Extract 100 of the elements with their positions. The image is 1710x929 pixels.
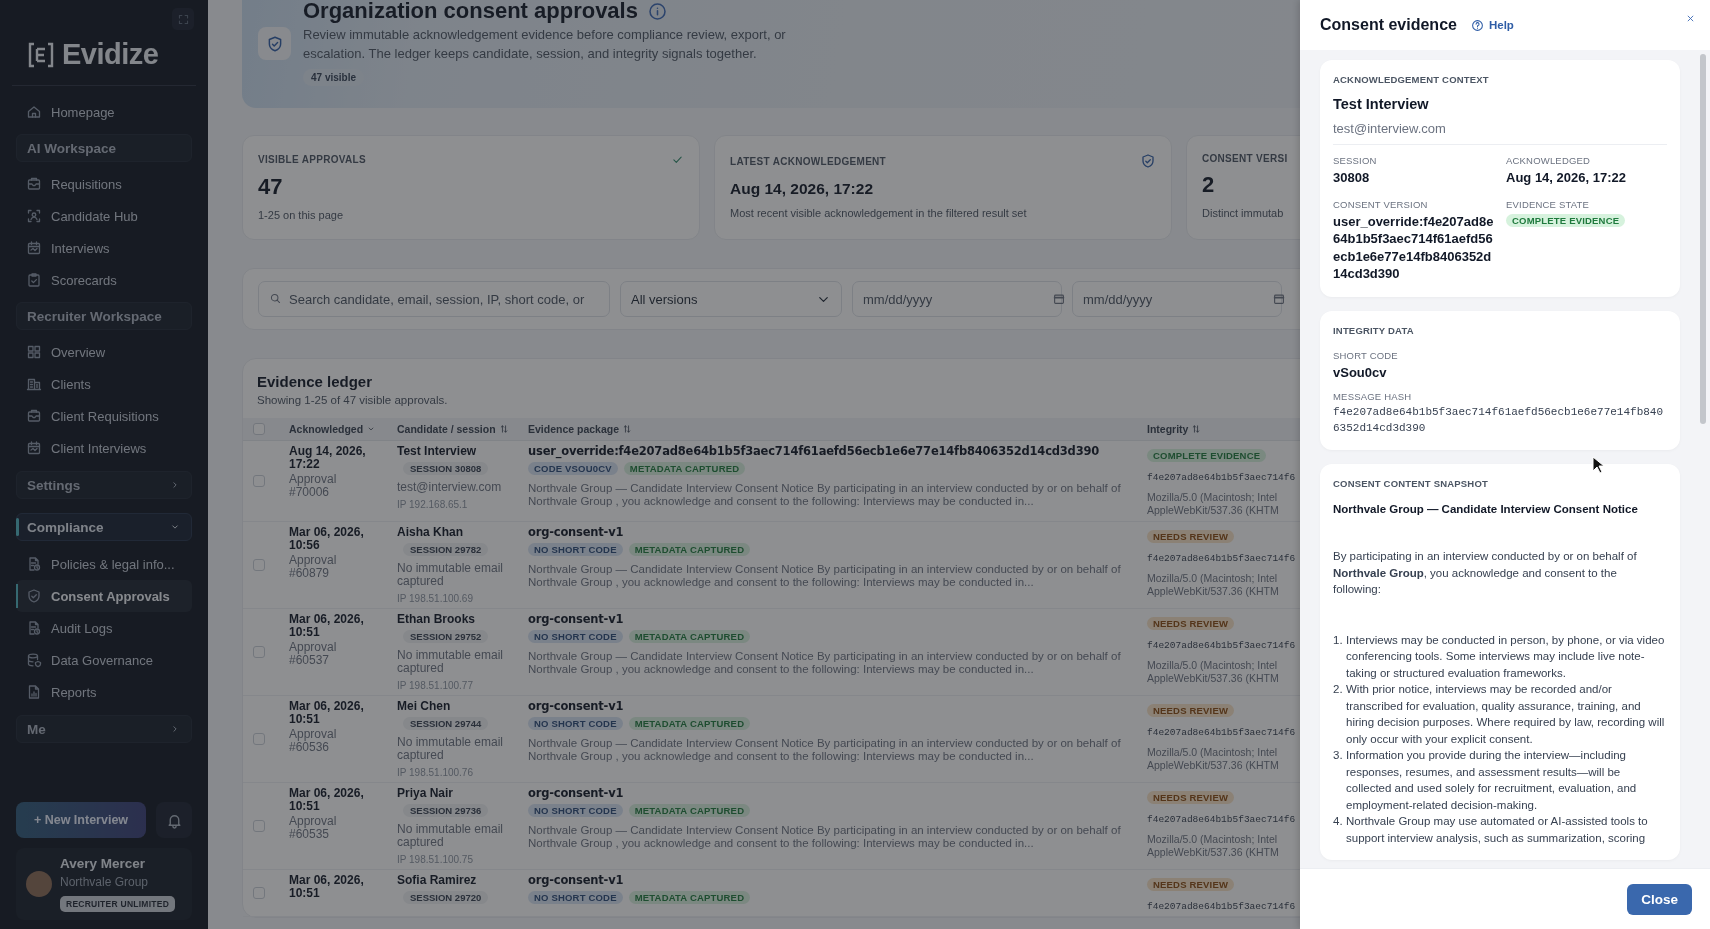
approval-number: Approval #70006	[289, 473, 338, 499]
acknowledged-date: Mar 06, 2026, 10:51	[289, 613, 365, 639]
row-checkbox[interactable]	[253, 887, 265, 899]
candidate-name: Test Interview	[397, 445, 478, 458]
sidebar-item[interactable]: Requisitions	[16, 168, 192, 200]
column-header[interactable]: Evidence package	[528, 423, 1147, 435]
section-label: Settings	[27, 477, 81, 493]
date-field[interactable]: mm/dd/yyyy	[852, 281, 1062, 317]
session-chip: SESSION 29720	[403, 891, 489, 904]
user-agent: Mozilla/5.0 (Macintosh; Intel AppleWebKit/537.36 (KHTM	[1147, 833, 1280, 859]
approval-number: Approval #60879	[289, 554, 338, 580]
row-checkbox[interactable]	[253, 559, 265, 571]
package-name: org-consent-v1	[528, 526, 625, 539]
scan-icon	[26, 208, 42, 224]
user-organization: Northvale Group	[60, 875, 150, 889]
calendar-icon	[26, 440, 42, 456]
help-link[interactable]: Help	[1470, 18, 1514, 32]
ip-address: IP 192.168.65.1	[397, 499, 469, 510]
hash-text: f4e207ad8e64b1b5f3aec714f6	[1147, 727, 1297, 738]
column-header[interactable]: Integrity	[1147, 423, 1300, 435]
session-chip: SESSION 29736	[403, 804, 489, 817]
database-icon	[26, 652, 42, 668]
candidate-email: test@interview.com	[1333, 121, 1667, 145]
candidate-name: Test Interview	[1333, 96, 1430, 112]
session-chip: SESSION 29782	[403, 543, 489, 556]
status-badge: CODE VSOU0CV	[528, 462, 618, 475]
consent-excerpt: Northvale Group — Candidate Interview Consent Notice By participating in an interview conducted by or on behalf of Northvale Group , you acknowledge and consent to the following: Interviews may be conducted in...	[528, 650, 1122, 676]
sidebar-item[interactable]: Audit Logs	[16, 612, 192, 644]
status-badge: COMPLETE EVIDENCE	[1506, 213, 1626, 227]
hash-text: f4e207ad8e64b1b5f3aec714f61aefd56ecb1e6e77e14fb8406352d14cd3d390	[1333, 405, 1665, 436]
date-field[interactable]: mm/dd/yyyy	[1072, 281, 1282, 317]
new-interview-button[interactable]: + New Interview	[16, 802, 146, 838]
session-chip: SESSION 30808	[403, 462, 489, 475]
session-chip: SESSION 29752	[403, 630, 489, 643]
section-toggle[interactable]: Me	[16, 715, 192, 743]
candidate-email: No immutable email captured	[397, 736, 505, 762]
candidate-name: Sofia Ramirez	[397, 874, 478, 887]
status-badge: METADATA CAPTURED	[628, 543, 751, 556]
page-description: Review immutable acknowledgement evidence before compliance review, export, or escalation. The ledger keeps candidate, session, and integrity signals together.	[303, 26, 787, 63]
chart-icon	[26, 684, 42, 700]
version-dropdown[interactable]: All versions	[620, 281, 842, 317]
ip-address: IP 198.51.100.76	[397, 767, 474, 778]
expand-icon	[176, 12, 190, 26]
stat-caption: 1-25 on this page	[258, 209, 344, 221]
clipboard-icon	[26, 272, 42, 288]
field-label: SESSION	[1333, 155, 1378, 166]
sort-icon	[1191, 424, 1202, 434]
sidebar-item[interactable]: Consent Approvals	[16, 580, 192, 612]
sidebar-item[interactable]: Clients	[16, 368, 192, 400]
sidebar-item[interactable]: Candidate Hub	[16, 200, 192, 232]
item-number: 4.	[1333, 814, 1342, 829]
candidate-email: No immutable email captured	[397, 823, 505, 849]
status-badge: METADATA CAPTURED	[628, 717, 751, 730]
search-field[interactable]: Search candidate, email, session, IP, short code, or	[258, 281, 610, 317]
sidebar-item[interactable]: Reports	[16, 676, 192, 708]
info-icon	[647, 1, 667, 21]
search-icon	[269, 292, 282, 305]
section-header: Recruiter Workspace	[16, 302, 192, 330]
row-checkbox[interactable]	[253, 646, 265, 658]
card-heading: ACKNOWLEDGEMENT CONTEXT	[1333, 74, 1490, 85]
modal-backdrop[interactable]	[0, 0, 1300, 929]
section-header: AI Workspace	[16, 134, 192, 162]
status-badge: COMPLETE EVIDENCE	[1147, 449, 1267, 462]
building-icon	[26, 376, 42, 392]
user-card[interactable]: Avery Mercer Northvale Group RECRUITER UNLIMITED	[16, 848, 192, 920]
sidebar-item[interactable]: Client Requisitions	[16, 400, 192, 432]
select-all-checkbox[interactable]	[253, 423, 265, 435]
item-number: 1.	[1333, 632, 1342, 648]
field-label: EVIDENCE STATE	[1506, 198, 1591, 210]
sidebar-item[interactable]: Scorecards	[16, 264, 192, 296]
sidebar-item[interactable]: Data Governance	[16, 644, 192, 676]
sidebar-item[interactable]: Client Interviews	[16, 432, 192, 464]
section-toggle[interactable]: Settings	[16, 471, 192, 499]
sidebar-item[interactable]: Overview	[16, 336, 192, 368]
column-header[interactable]: Candidate / session	[397, 423, 528, 435]
expand-button[interactable]	[172, 8, 194, 30]
notice-item: Northvale Group may use automated or AI-assisted tools to support interview analysis, such as summarization, scoring	[1346, 814, 1649, 846]
sidebar-item[interactable]: Interviews	[16, 232, 192, 264]
approval-number: Approval #60536	[289, 728, 338, 754]
row-checkbox[interactable]	[253, 475, 265, 487]
hash-text: f4e207ad8e64b1b5f3aec714f6	[1147, 472, 1297, 483]
sidebar-item[interactable]: Homepage	[16, 96, 192, 128]
sort-icon	[498, 424, 509, 434]
row-checkbox[interactable]	[253, 733, 265, 745]
consent-excerpt: Northvale Group — Candidate Interview Consent Notice By participating in an interview conducted by or on behalf of Northvale Group , you acknowledge and consent to the following: Interviews may be conducted in...	[528, 482, 1122, 508]
column-header[interactable]: Acknowledged	[289, 423, 397, 435]
notifications-button[interactable]	[156, 802, 192, 838]
shield-check-icon	[1140, 153, 1156, 169]
card-heading: INTEGRITY DATA	[1333, 324, 1415, 336]
sidebar-item[interactable]: Policies & legal info...	[16, 548, 192, 580]
field-value: user_override:f4e207ad8e64b1b5f3aec714f61aefd56ecb1e6e77e14fb8406352d14cd3d390	[1333, 212, 1494, 283]
close-button[interactable]: Close	[1627, 883, 1692, 915]
section-label: Me	[27, 721, 46, 737]
calendar-icon	[1272, 292, 1286, 306]
candidate-email: test@interview.com	[397, 481, 503, 494]
notice-item: With prior notice, interviews may be recorded and/or transcribed for evaluation, quality assurance, training, and hiring decision purposes. Where required by law, recording will only occur with your explicit consent.	[1346, 682, 1666, 747]
scrollbar[interactable]	[1700, 54, 1706, 424]
row-checkbox[interactable]	[253, 820, 265, 832]
field-value: 30808	[1333, 169, 1371, 187]
section-toggle[interactable]: Compliance	[16, 513, 192, 541]
